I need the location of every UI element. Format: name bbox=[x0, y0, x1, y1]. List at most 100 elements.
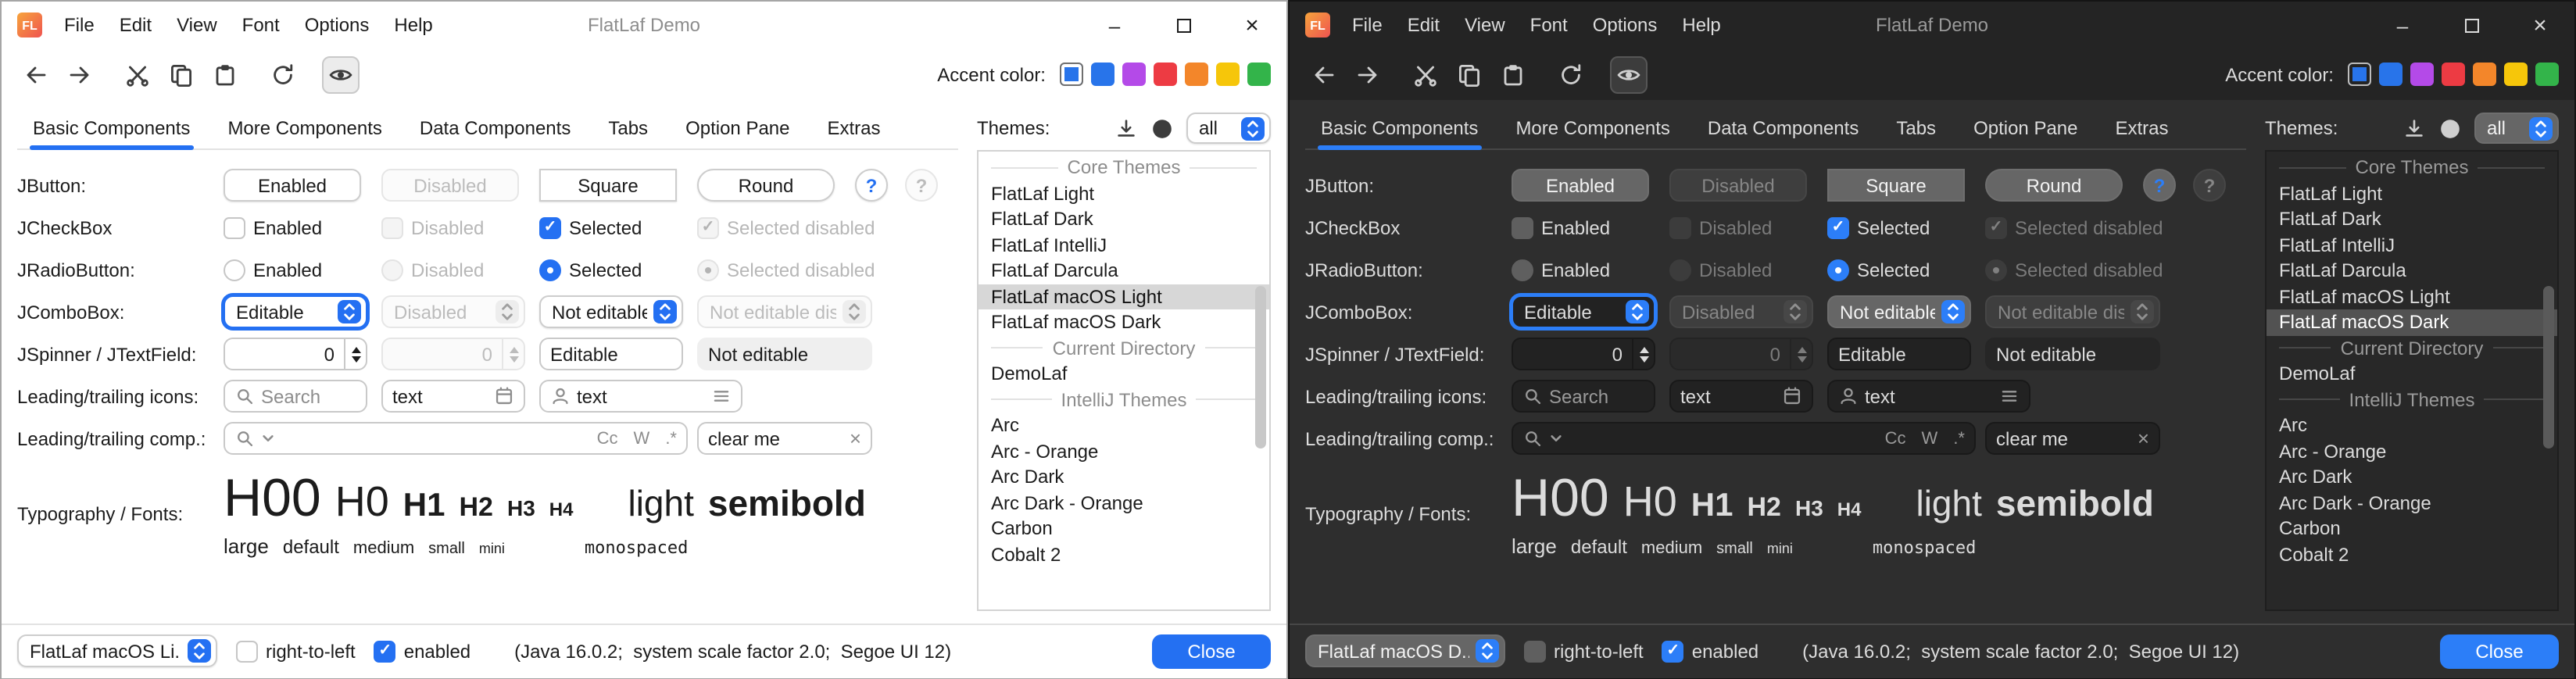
theme-list-item[interactable]: Core Themes bbox=[2267, 155, 2557, 180]
clear-icon[interactable]: × bbox=[850, 427, 861, 450]
dropdown-icon[interactable] bbox=[261, 431, 275, 445]
theme-list-item[interactable]: Current Directory bbox=[2267, 335, 2557, 361]
enabled-option[interactable]: ✓ enabled bbox=[1662, 640, 1758, 662]
tab[interactable]: Tabs bbox=[592, 106, 664, 148]
refresh-button[interactable] bbox=[264, 55, 302, 93]
tab[interactable]: Data Components bbox=[404, 106, 586, 148]
maximize-button[interactable] bbox=[1149, 2, 1218, 48]
rtl-option[interactable]: right-to-left bbox=[236, 640, 356, 662]
user-field[interactable]: text bbox=[1827, 380, 2030, 413]
theme-list-item[interactable]: Arc Dark - Orange bbox=[2267, 490, 2557, 516]
help-button[interactable]: ? bbox=[2143, 169, 2176, 202]
right-to-left-checkbox[interactable] bbox=[1524, 640, 1546, 662]
theme-list-item[interactable]: FlatLaf Light bbox=[2267, 180, 2557, 206]
menu-icon[interactable] bbox=[1999, 386, 2020, 406]
theme-list-item[interactable]: DemoLaf bbox=[979, 361, 1269, 387]
radio-enabled[interactable] bbox=[224, 259, 245, 281]
menu-item[interactable]: Edit bbox=[1395, 2, 1452, 48]
minimize-button[interactable]: – bbox=[2368, 2, 2437, 48]
theme-list-item[interactable]: FlatLaf macOS Dark bbox=[2267, 309, 2557, 335]
theme-list-item[interactable]: Arc bbox=[979, 413, 1269, 438]
tab[interactable]: More Components bbox=[1500, 106, 1685, 148]
search-field[interactable]: Search bbox=[224, 380, 367, 413]
spinner-enabled[interactable]: 0 bbox=[1512, 338, 1655, 370]
theme-list-item[interactable]: FlatLaf Dark bbox=[2267, 206, 2557, 232]
github-button[interactable] bbox=[1150, 116, 1174, 140]
back-button[interactable] bbox=[17, 55, 55, 93]
combo-arrows-icon[interactable] bbox=[1941, 300, 1965, 323]
accent-swatch[interactable] bbox=[2535, 63, 2559, 86]
theme-list-item[interactable]: Arc bbox=[2267, 413, 2557, 438]
maximize-button[interactable] bbox=[2437, 2, 2506, 48]
show-hidden-toggle[interactable] bbox=[1610, 55, 1648, 93]
accent-swatch[interactable] bbox=[1247, 63, 1271, 86]
accent-swatch[interactable] bbox=[2348, 63, 2371, 86]
combo-arrows-icon[interactable] bbox=[2529, 116, 2553, 140]
dropdown-icon[interactable] bbox=[1549, 431, 1563, 445]
scrollbar-thumb[interactable] bbox=[1255, 286, 1266, 448]
accent-swatch[interactable] bbox=[2504, 63, 2528, 86]
tab[interactable]: Basic Components bbox=[17, 106, 206, 148]
menu-item[interactable]: Edit bbox=[107, 2, 164, 48]
accent-swatch[interactable] bbox=[2473, 63, 2496, 86]
checkbox-selected[interactable]: ✓ bbox=[539, 216, 561, 238]
enabled-checkbox[interactable]: ✓ bbox=[374, 640, 396, 662]
match-case-button[interactable]: Cc bbox=[1885, 429, 1906, 448]
spinner-arrows-icon[interactable] bbox=[1632, 339, 1654, 369]
checkbox-enabled[interactable] bbox=[1512, 216, 1533, 238]
enabled-button[interactable]: Enabled bbox=[224, 169, 361, 202]
radio-enabled[interactable] bbox=[1512, 259, 1533, 281]
theme-list-item[interactable]: Arc - Orange bbox=[2267, 438, 2557, 464]
theme-list-item[interactable]: Core Themes bbox=[979, 155, 1269, 180]
menu-icon[interactable] bbox=[711, 386, 732, 406]
theme-list-item[interactable]: Arc - Orange bbox=[979, 438, 1269, 464]
whole-words-button[interactable]: W bbox=[1922, 429, 1938, 448]
calendar-icon[interactable] bbox=[494, 386, 514, 406]
radio-selected[interactable] bbox=[539, 259, 561, 281]
accent-swatch[interactable] bbox=[2410, 63, 2434, 86]
clear-me-field[interactable]: clear me × bbox=[1985, 422, 2160, 455]
tab[interactable]: Extras bbox=[2100, 106, 2184, 148]
theme-list-item[interactable]: Arc Dark bbox=[979, 464, 1269, 490]
scrollbar-thumb[interactable] bbox=[2543, 286, 2554, 448]
menu-item[interactable]: Options bbox=[1580, 2, 1670, 48]
close-window-button[interactable]: × bbox=[1218, 2, 1286, 48]
theme-list-item[interactable]: FlatLaf IntelliJ bbox=[979, 232, 1269, 258]
menu-item[interactable]: File bbox=[52, 2, 107, 48]
theme-list-item[interactable]: Carbon bbox=[979, 516, 1269, 541]
themes-filter-combo[interactable]: all bbox=[1186, 113, 1271, 144]
checkbox-enabled[interactable] bbox=[224, 216, 245, 238]
themes-list[interactable]: Core ThemesFlatLaf LightFlatLaf DarkFlat… bbox=[977, 150, 1271, 610]
combo-arrows-icon[interactable] bbox=[338, 300, 361, 323]
search-with-options-field[interactable]: Cc W .* bbox=[1512, 422, 1976, 455]
theme-list-item[interactable]: FlatLaf Light bbox=[979, 180, 1269, 206]
spinner-arrows-icon[interactable] bbox=[344, 339, 366, 369]
tab[interactable]: Tabs bbox=[1880, 106, 1952, 148]
menu-item[interactable]: Font bbox=[1518, 2, 1580, 48]
menu-item[interactable]: Options bbox=[292, 2, 382, 48]
download-themes-button[interactable] bbox=[1114, 116, 1138, 140]
search-icon[interactable] bbox=[1522, 428, 1543, 448]
combobox-not-editable[interactable]: Not editable bbox=[1827, 295, 1971, 328]
accent-swatch[interactable] bbox=[1185, 63, 1208, 86]
date-field[interactable]: text bbox=[381, 380, 525, 413]
accent-swatch[interactable] bbox=[1091, 63, 1114, 86]
back-button[interactable] bbox=[1305, 55, 1343, 93]
combo-arrows-icon[interactable] bbox=[1626, 300, 1649, 323]
tab[interactable]: Option Pane bbox=[1958, 106, 2093, 148]
theme-list-item[interactable]: FlatLaf Darcula bbox=[979, 258, 1269, 284]
clear-icon[interactable]: × bbox=[2138, 427, 2149, 450]
theme-list-item[interactable]: Arc Dark - Orange bbox=[979, 490, 1269, 516]
regex-button[interactable]: .* bbox=[1953, 429, 1965, 448]
tab[interactable]: Extras bbox=[812, 106, 896, 148]
menu-item[interactable]: View bbox=[164, 2, 230, 48]
spinner-enabled[interactable]: 0 bbox=[224, 338, 367, 370]
accent-swatch[interactable] bbox=[1216, 63, 1240, 86]
lookandfeel-combo[interactable]: FlatLaf macOS D... bbox=[1305, 634, 1505, 667]
search-field[interactable]: Search bbox=[1512, 380, 1655, 413]
square-button[interactable]: Square bbox=[539, 169, 677, 202]
tab[interactable]: Option Pane bbox=[670, 106, 805, 148]
accent-swatch[interactable] bbox=[1060, 63, 1083, 86]
combo-arrows-icon[interactable] bbox=[188, 639, 211, 663]
theme-list-item[interactable]: DemoLaf bbox=[2267, 361, 2557, 387]
